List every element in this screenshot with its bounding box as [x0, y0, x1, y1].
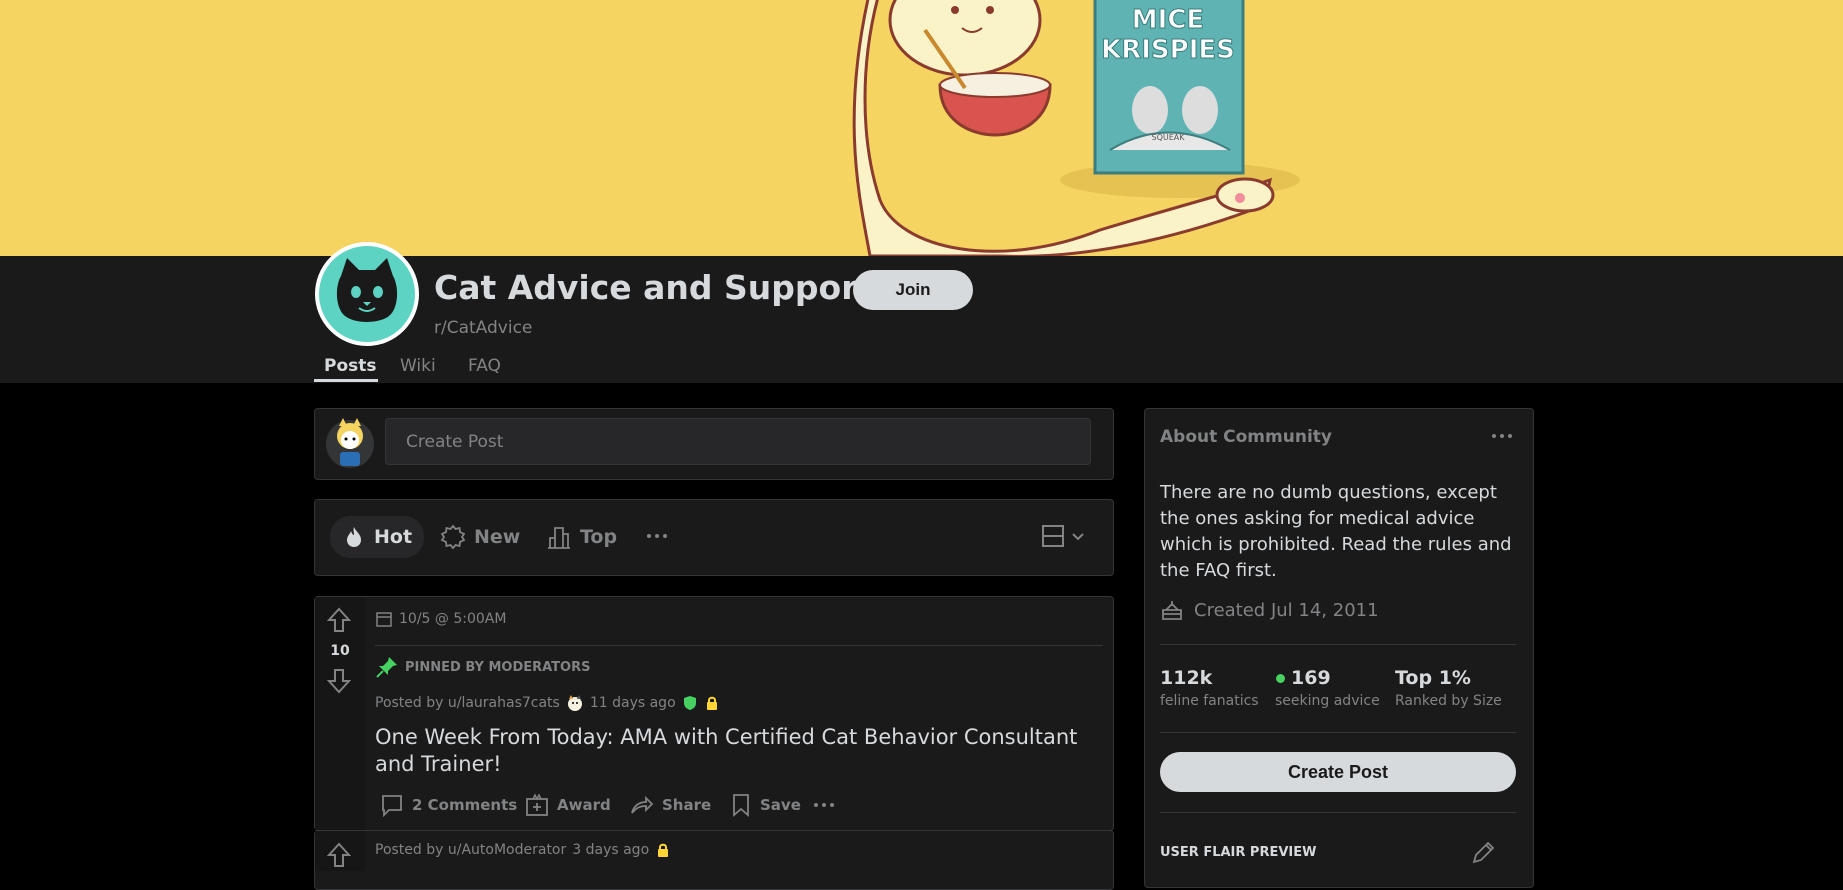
member-label: feline fanatics: [1160, 693, 1259, 709]
banner-illustration: MICE KRISPIES SQUEAK: [852, 0, 1300, 256]
pinned-label-text: PINNED BY MODERATORS: [405, 659, 591, 675]
cake-icon: [1162, 601, 1182, 620]
sort-new-button[interactable]: New: [440, 524, 520, 550]
comment-icon: [382, 795, 402, 817]
event-time-label: 10/5 @ 5:00AM: [399, 611, 507, 627]
tab-wiki[interactable]: Wiki: [400, 356, 436, 376]
cereal-box-text-1: MICE: [1132, 5, 1204, 35]
edit-flair-button[interactable]: [1470, 840, 1496, 870]
sort-hot-button[interactable]: Hot: [330, 516, 425, 558]
rank-label: Ranked by Size: [1395, 693, 1502, 709]
active-tab-indicator: [314, 379, 378, 382]
pencil-icon: [1472, 841, 1495, 864]
community-banner: MICE KRISPIES SQUEAK: [0, 0, 1843, 256]
user-flair-icon: [567, 695, 582, 711]
flame-icon: [347, 527, 361, 547]
created-date: Created Jul 14, 2011: [1160, 598, 1379, 622]
community-description: There are no dumb questions, except the …: [1160, 482, 1512, 581]
upvote-arrow-icon: [326, 607, 352, 632]
post-author[interactable]: Posted by u/laurahas7cats: [375, 695, 560, 711]
more-icon: [1492, 434, 1512, 438]
lock-icon: [658, 843, 669, 857]
post-meta: Posted by u/laurahas7cats 11 days ago: [375, 694, 720, 712]
upvote-arrow-icon: [326, 842, 352, 867]
rank-value: Top 1%: [1395, 667, 1471, 689]
cereal-box-small-text: SQUEAK: [1151, 133, 1185, 142]
member-count: 112k: [1160, 667, 1213, 689]
created-date-label: Created Jul 14, 2011: [1194, 599, 1379, 621]
stats-divider: [1160, 732, 1516, 733]
sort-top-button[interactable]: Top: [546, 524, 617, 550]
flair-divider: [1160, 812, 1516, 813]
sort-bar: [314, 499, 1114, 576]
user-avatar-icon: [326, 418, 374, 468]
card-view-icon: [1042, 525, 1064, 547]
save-button[interactable]: Save: [730, 793, 801, 817]
cereal-box-text-2: KRISPIES: [1101, 35, 1235, 65]
post-card[interactable]: [314, 830, 1114, 890]
share-label: Share: [662, 796, 712, 814]
post-title[interactable]: One Week From Today: AMA with Certified …: [375, 724, 1095, 778]
online-label: seeking advice: [1275, 693, 1380, 709]
community-name: r/CatAdvice: [434, 318, 533, 338]
join-button[interactable]: Join: [853, 270, 973, 310]
lock-icon: [706, 696, 717, 710]
calendar-icon: [376, 612, 392, 627]
downvote-arrow-icon: [326, 669, 352, 694]
online-count: 169: [1291, 667, 1331, 689]
comments-label: 2 Comments: [412, 796, 518, 814]
community-avatar[interactable]: [315, 242, 419, 346]
chevron-down-icon: [1072, 533, 1084, 541]
pinned-label: PINNED BY MODERATORS: [375, 655, 590, 679]
event-time: 10/5 @ 5:00AM: [375, 610, 506, 628]
comments-button[interactable]: 2 Comments: [380, 793, 517, 817]
share-button[interactable]: Share: [630, 793, 711, 817]
online-dot-icon: [1276, 674, 1285, 683]
sort-new-label: New: [474, 526, 521, 548]
mod-shield-icon: [683, 696, 696, 710]
sort-hot-label: Hot: [374, 526, 413, 548]
create-post-input[interactable]: Create Post: [385, 418, 1091, 465]
post-more-button[interactable]: [812, 795, 836, 819]
event-divider: [375, 645, 1103, 646]
sort-top-label: Top: [580, 526, 618, 548]
tab-faq[interactable]: FAQ: [468, 356, 501, 376]
about-divider: [1160, 644, 1516, 645]
tab-posts[interactable]: Posts: [324, 356, 377, 376]
top-chart-icon: [548, 527, 570, 549]
more-icon: [647, 534, 667, 538]
award-gift-icon: [526, 793, 548, 816]
post-time: 11 days ago: [589, 695, 676, 711]
award-label: Award: [557, 796, 611, 814]
upvote-button[interactable]: [326, 607, 352, 637]
user-avatar[interactable]: [325, 414, 375, 469]
sidebar-create-post-button[interactable]: Create Post: [1160, 752, 1516, 792]
user-flair-heading: USER FLAIR PREVIEW: [1160, 845, 1317, 860]
sort-more-button[interactable]: [645, 524, 669, 552]
save-label: Save: [760, 796, 801, 814]
award-button[interactable]: Award: [525, 793, 611, 817]
cat-face-icon: [336, 258, 398, 322]
community-title: Cat Advice and Support: [434, 268, 874, 307]
pin-icon: [376, 657, 397, 678]
about-heading: About Community: [1160, 427, 1332, 447]
post-time: 3 days ago: [572, 842, 650, 858]
more-icon: [814, 803, 834, 807]
bookmark-icon: [733, 794, 749, 817]
view-toggle-button[interactable]: [1040, 523, 1086, 549]
about-more-button[interactable]: [1490, 426, 1514, 450]
downvote-button[interactable]: [326, 668, 352, 698]
new-badge-icon: [440, 524, 466, 550]
vote-count: 10: [330, 643, 350, 659]
share-arrow-icon: [631, 795, 654, 814]
post-meta: Posted by u/AutoModerator 3 days ago: [375, 842, 671, 858]
post-author[interactable]: Posted by u/AutoModerator: [375, 842, 566, 858]
